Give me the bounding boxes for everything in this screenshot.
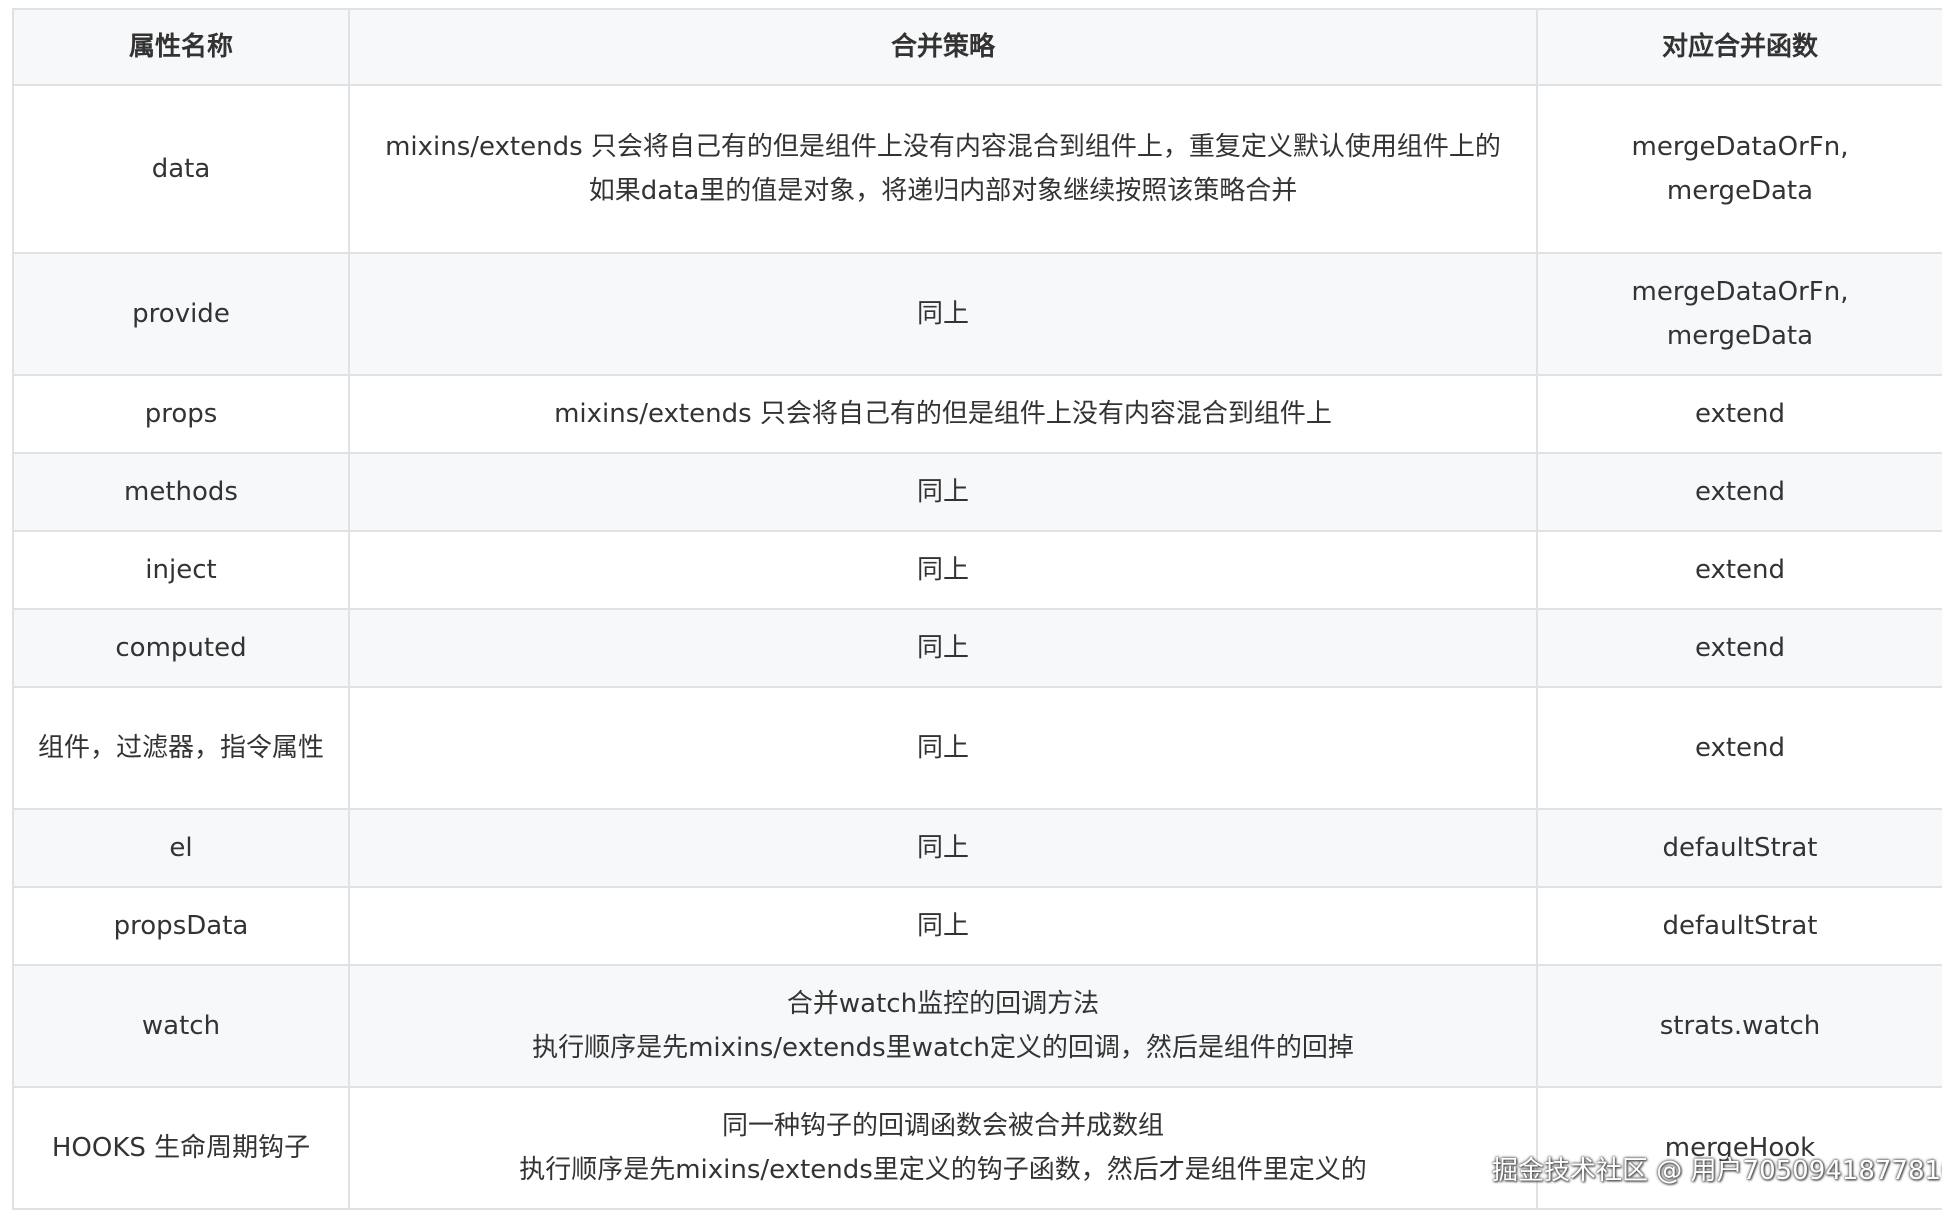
strategy-line: mixins/extends 只会将自己有的但是组件上没有内容混合到组件上 — [554, 399, 1332, 429]
table-row: methods 同上 extend — [12, 452, 1942, 532]
cell-function: strats.watch — [1536, 964, 1942, 1088]
cell-attribute-name: methods — [12, 452, 350, 532]
cell-attribute-name: watch — [12, 964, 350, 1088]
watermark-text: 掘金技术社区 @ 用户7050941877810 — [1492, 1156, 1942, 1186]
cell-function: mergeHook — [1536, 1086, 1942, 1210]
strategy-line: 同上 — [916, 733, 969, 763]
table-row: propsData 同上 defaultStrat — [12, 886, 1942, 966]
cell-attribute-name: HOOKS 生命周期钩子 — [12, 1086, 350, 1210]
function-line: extend — [1694, 477, 1786, 507]
cell-strategy: 同一种钩子的回调函数会被合并成数组 执行顺序是先mixins/extends里定… — [348, 1086, 1538, 1210]
strategy-line: mixins/extends 只会将自己有的但是组件上没有内容混合到组件上，重复… — [385, 132, 1501, 162]
table-row: computed 同上 extend — [12, 608, 1942, 688]
cell-attribute-name: provide — [12, 252, 350, 376]
cell-attribute-name: props — [12, 374, 350, 454]
strategy-line: 同上 — [916, 477, 969, 507]
cell-strategy: 同上 — [348, 686, 1538, 810]
cell-strategy: mixins/extends 只会将自己有的但是组件上没有内容混合到组件上 — [348, 374, 1538, 454]
function-line: defaultStrat — [1662, 833, 1818, 863]
cell-attribute-name: 组件，过滤器，指令属性 — [12, 686, 350, 810]
cell-strategy: 同上 — [348, 252, 1538, 376]
cell-attribute-name: data — [12, 84, 350, 254]
table-row: el 同上 defaultStrat — [12, 808, 1942, 888]
table-row: 组件，过滤器，指令属性 同上 extend — [12, 686, 1942, 810]
strategy-line: 同上 — [916, 911, 969, 941]
cell-function: extend — [1536, 452, 1942, 532]
function-line: extend — [1694, 633, 1786, 663]
header-row: 属性名称 合并策略 对应合并函数 — [12, 8, 1942, 86]
function-line: extend — [1694, 399, 1786, 429]
cell-function: extend — [1536, 608, 1942, 688]
merge-strategy-table: 属性名称 合并策略 对应合并函数 data mixins/extends 只会将… — [12, 8, 1942, 1210]
strategy-line: 合并watch监控的回调方法 — [786, 989, 1100, 1019]
table-row: props mixins/extends 只会将自己有的但是组件上没有内容混合到… — [12, 374, 1942, 454]
cell-strategy: 合并watch监控的回调方法 执行顺序是先mixins/extends里watc… — [348, 964, 1538, 1088]
cell-strategy: 同上 — [348, 608, 1538, 688]
header-attribute-name: 属性名称 — [12, 8, 350, 86]
function-line: extend — [1694, 555, 1786, 585]
header-merge-strategy: 合并策略 — [348, 8, 1538, 86]
strategy-line: 如果data里的值是对象，将递归内部对象继续按照该策略合并 — [588, 176, 1298, 206]
strategy-line: 同上 — [916, 299, 969, 329]
cell-function: extend — [1536, 686, 1942, 810]
header-merge-function: 对应合并函数 — [1536, 8, 1942, 86]
strategy-line: 同上 — [916, 833, 969, 863]
cell-function: extend — [1536, 530, 1942, 610]
cell-strategy: 同上 — [348, 886, 1538, 966]
cell-strategy: 同上 — [348, 452, 1538, 532]
function-line: mergeData — [1666, 176, 1814, 206]
cell-attribute-name: inject — [12, 530, 350, 610]
function-line: strats.watch — [1659, 1011, 1821, 1041]
cell-function: defaultStrat — [1536, 808, 1942, 888]
table-row: HOOKS 生命周期钩子 同一种钩子的回调函数会被合并成数组 执行顺序是先mix… — [12, 1086, 1942, 1210]
table-row: provide 同上 mergeDataOrFn, mergeData — [12, 252, 1942, 376]
table-row: watch 合并watch监控的回调方法 执行顺序是先mixins/extend… — [12, 964, 1942, 1088]
merge-strategy-table-wrapper: 属性名称 合并策略 对应合并函数 data mixins/extends 只会将… — [12, 8, 1942, 1210]
function-line: defaultStrat — [1662, 911, 1818, 941]
function-line: mergeDataOrFn, — [1631, 277, 1849, 307]
cell-function: mergeDataOrFn, mergeData — [1536, 84, 1942, 254]
cell-strategy: 同上 — [348, 530, 1538, 610]
cell-strategy: mixins/extends 只会将自己有的但是组件上没有内容混合到组件上，重复… — [348, 84, 1538, 254]
cell-function: mergeDataOrFn, mergeData — [1536, 252, 1942, 376]
function-line: mergeData — [1666, 321, 1814, 351]
strategy-line: 同上 — [916, 633, 969, 663]
cell-attribute-name: propsData — [12, 886, 350, 966]
table-row: data mixins/extends 只会将自己有的但是组件上没有内容混合到组… — [12, 84, 1942, 254]
strategy-line: 执行顺序是先mixins/extends里watch定义的回调，然后是组件的回掉 — [532, 1033, 1354, 1063]
strategy-line: 执行顺序是先mixins/extends里定义的钩子函数，然后才是组件里定义的 — [519, 1155, 1367, 1185]
table-body: data mixins/extends 只会将自己有的但是组件上没有内容混合到组… — [12, 84, 1942, 1210]
strategy-line: 同一种钩子的回调函数会被合并成数组 — [721, 1111, 1164, 1141]
function-line: extend — [1694, 733, 1786, 763]
strategy-line: 同上 — [916, 555, 969, 585]
cell-function: defaultStrat — [1536, 886, 1942, 966]
function-line: mergeDataOrFn, — [1631, 132, 1849, 162]
cell-function: extend — [1536, 374, 1942, 454]
cell-attribute-name: computed — [12, 608, 350, 688]
table-header: 属性名称 合并策略 对应合并函数 — [12, 8, 1942, 86]
cell-strategy: 同上 — [348, 808, 1538, 888]
cell-attribute-name: el — [12, 808, 350, 888]
table-row: inject 同上 extend — [12, 530, 1942, 610]
